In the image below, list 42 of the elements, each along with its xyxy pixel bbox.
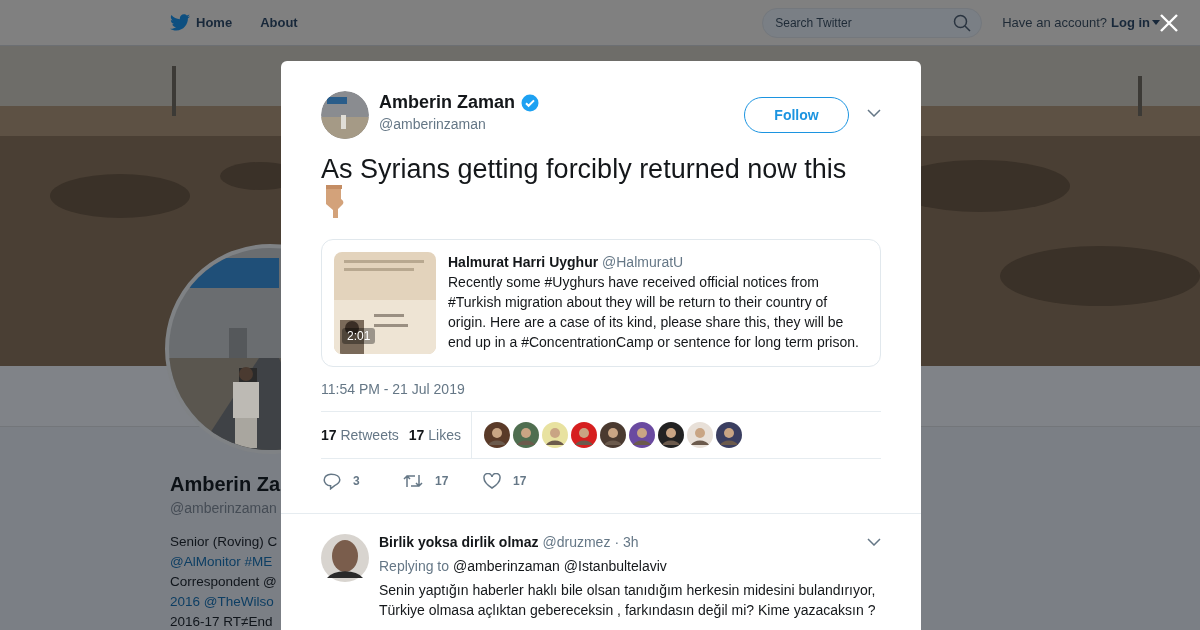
like-button[interactable]: 17 (483, 471, 563, 491)
bird-icon (170, 14, 190, 31)
login-link[interactable]: Log in (1111, 15, 1160, 30)
retweet-button[interactable]: 17 (403, 471, 483, 491)
search-field[interactable]: Search Twitter (762, 7, 983, 38)
search-icon (953, 13, 972, 32)
bio-line: 2016-17 RT≠End (170, 613, 273, 630)
bio-line: Correspondent @ (170, 573, 277, 591)
retweet-icon (403, 473, 423, 489)
account-prompt: Have an account? (1002, 15, 1107, 30)
avatar[interactable] (629, 422, 655, 448)
avatar[interactable] (687, 422, 713, 448)
replying-to-label: Replying to (379, 558, 450, 574)
caret-icon (1152, 20, 1160, 25)
avatar[interactable] (658, 422, 684, 448)
profile-name: Amberin Za (170, 473, 281, 496)
close-icon[interactable] (1160, 13, 1178, 32)
user-handle: @druzmez (542, 534, 611, 550)
nav-link[interactable]: About (260, 11, 298, 34)
avatar[interactable] (542, 422, 568, 448)
avatar[interactable] (484, 422, 510, 448)
timestamp[interactable]: · 3h (614, 534, 639, 550)
avatar[interactable] (571, 422, 597, 448)
mention-link[interactable]: @Istanbultelaviv (563, 558, 667, 574)
reply-text: Senin yaptığın haberler haklı bile olsan tanıdığım herkesin midesini bulandırıyor, Türkiye olmasa açlıktan gebereceksin , farkındasın değil mi? Kime yazacaksın ? (379, 581, 877, 620)
bio-line: Senior (Roving) C (170, 533, 278, 551)
reply-icon (323, 472, 341, 490)
bio-line: @AlMonitor #ME (170, 553, 273, 571)
user-name[interactable]: Birlik yoksa dirlik olmaz (379, 534, 539, 550)
timestamp: 11:54 PM - 21 Jul 2019 (321, 381, 466, 397)
avatar[interactable] (513, 422, 539, 448)
bio-line: 2016 @TheWilso (170, 593, 274, 611)
reply-button[interactable]: 3 (323, 471, 403, 491)
stat-link[interactable]: 17 Retweets (321, 427, 399, 443)
heart-icon (483, 473, 501, 489)
avatar[interactable] (716, 422, 742, 448)
mention-link[interactable]: @amberinzaman (453, 558, 560, 574)
chevron-down-icon[interactable] (867, 538, 881, 546)
avatar[interactable] (600, 422, 626, 448)
stat-link[interactable]: 17 Likes (408, 427, 461, 443)
nav-link[interactable]: Home (170, 10, 233, 35)
avatar (321, 534, 369, 582)
